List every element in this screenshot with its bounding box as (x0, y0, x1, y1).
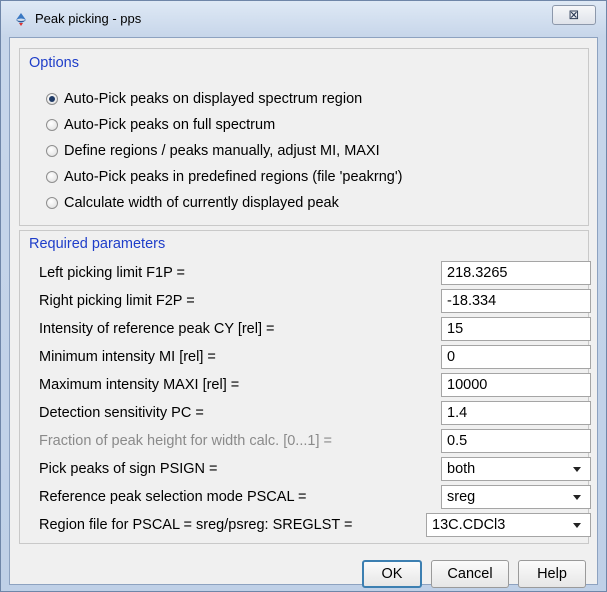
pc-input[interactable]: 1.4 (441, 401, 591, 425)
psign-selected-value: both (447, 461, 476, 477)
param-label-width-fraction: Fraction of peak height for width calc. … (39, 433, 332, 449)
chevron-down-icon[interactable] (573, 494, 581, 500)
close-button[interactable]: ⊠ (552, 5, 596, 25)
topspin-app-icon (13, 11, 29, 27)
cy-input[interactable]: 15 (441, 317, 591, 341)
option-radio-manual-regions[interactable]: Define regions / peaks manually, adjust … (46, 143, 380, 159)
f1p-input[interactable]: 218.3265 (441, 261, 591, 285)
option-radio-displayed-region[interactable]: Auto-Pick peaks on displayed spectrum re… (46, 91, 362, 107)
sreglst-select[interactable]: 13C.CDCl3 (426, 513, 591, 537)
cancel-button[interactable]: Cancel (431, 560, 509, 588)
width-fraction-input[interactable]: 0.5 (441, 429, 591, 453)
param-label-cy: Intensity of reference peak CY [rel] = (39, 321, 275, 337)
mi-input[interactable]: 0 (441, 345, 591, 369)
radio-button-icon[interactable] (46, 197, 58, 209)
option-label: Auto-Pick peaks in predefined regions (f… (64, 169, 403, 185)
radio-button-icon[interactable] (46, 145, 58, 157)
parameters-group-title: Required parameters (29, 236, 166, 252)
dialog-window: Peak picking - pps ⊠ Options Auto-Pick p… (0, 0, 607, 592)
radio-button-icon[interactable] (46, 171, 58, 183)
option-label: Auto-Pick peaks on full spectrum (64, 117, 276, 133)
param-label-f2p: Right picking limit F2P = (39, 293, 195, 309)
f2p-input[interactable]: -18.334 (441, 289, 591, 313)
param-label-pscal: Reference peak selection mode PSCAL = (39, 489, 307, 505)
title-bar[interactable]: Peak picking - pps ⊠ (1, 1, 606, 37)
maxi-input[interactable]: 10000 (441, 373, 591, 397)
pscal-select[interactable]: sreg (441, 485, 591, 509)
option-label: Calculate width of currently displayed p… (64, 195, 339, 211)
option-radio-predefined-regions[interactable]: Auto-Pick peaks in predefined regions (f… (46, 169, 402, 185)
option-radio-peak-width[interactable]: Calculate width of currently displayed p… (46, 195, 339, 211)
param-label-mi: Minimum intensity MI [rel] = (39, 349, 216, 365)
radio-button-icon[interactable] (46, 119, 58, 131)
sreglst-selected-value: 13C.CDCl3 (432, 517, 506, 533)
option-label: Define regions / peaks manually, adjust … (64, 143, 380, 159)
param-label-sreglst: Region file for PSCAL = sreg/psreg: SREG… (39, 517, 353, 533)
option-radio-full-spectrum[interactable]: Auto-Pick peaks on full spectrum (46, 117, 275, 133)
options-group: Options Auto-Pick peaks on displayed spe… (19, 48, 589, 226)
option-label: Auto-Pick peaks on displayed spectrum re… (64, 91, 363, 107)
ok-button[interactable]: OK (362, 560, 422, 588)
options-group-title: Options (29, 55, 79, 71)
chevron-down-icon[interactable] (573, 522, 581, 528)
help-button[interactable]: Help (518, 560, 586, 588)
close-icon: ⊠ (568, 7, 580, 22)
psign-select[interactable]: both (441, 457, 591, 481)
window-title: Peak picking - pps (35, 11, 142, 26)
dialog-body: Options Auto-Pick peaks on displayed spe… (9, 37, 598, 588)
param-label-psign: Pick peaks of sign PSIGN = (39, 461, 218, 477)
param-label-pc: Detection sensitivity PC = (39, 405, 204, 421)
chevron-down-icon[interactable] (573, 466, 581, 472)
param-label-f1p: Left picking limit F1P = (39, 265, 186, 281)
pscal-selected-value: sreg (447, 489, 476, 505)
radio-button-icon[interactable] (46, 93, 58, 105)
param-label-maxi: Maximum intensity MAXI [rel] = (39, 377, 240, 393)
